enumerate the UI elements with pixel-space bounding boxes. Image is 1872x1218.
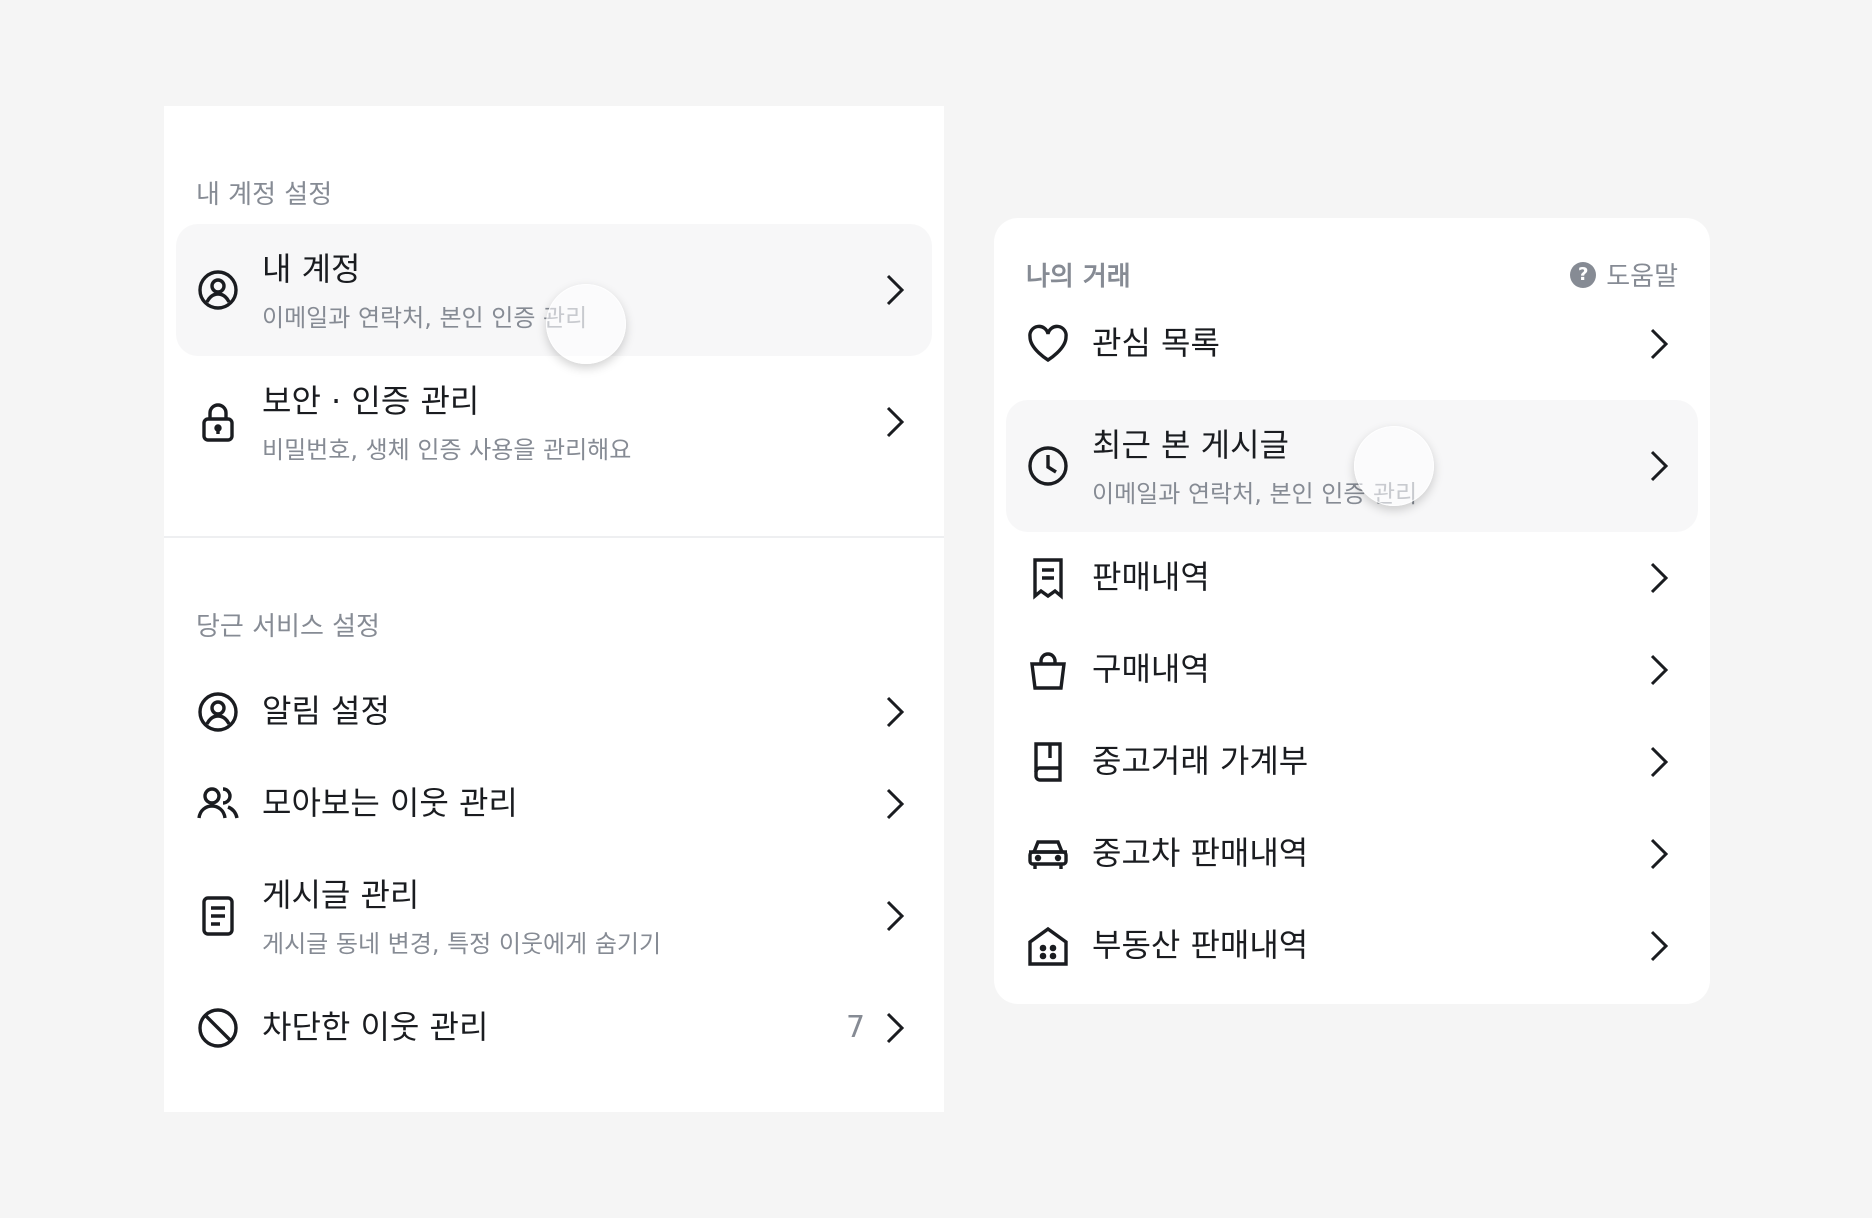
blocked-count: 7 (846, 1010, 866, 1045)
clock-icon (1026, 444, 1070, 488)
question-icon: ? (1570, 261, 1597, 288)
menu-item-label: 알림 설정 (262, 692, 390, 730)
user-circle-icon (196, 268, 240, 312)
section-divider (164, 536, 944, 538)
chevron-right-icon (1646, 448, 1672, 484)
menu-item-label: 판매내역 (1092, 558, 1210, 596)
receipt-icon (1026, 556, 1070, 600)
user-circle-icon (196, 690, 240, 734)
menu-item-label: 부동산 판매내역 (1092, 926, 1309, 964)
menu-item-trade-ledger[interactable]: 중고거래 가계부 (1006, 716, 1698, 808)
menu-item-label: 중고거래 가계부 (1092, 742, 1309, 780)
menu-item-label: 구매내역 (1092, 650, 1210, 688)
chevron-right-icon (882, 786, 908, 822)
settings-panel: 내 계정 설정 내 계정 이메일과 연락처, 본인 인증 관리 보안 · 인증 … (164, 106, 944, 1112)
heart-icon (1026, 322, 1070, 366)
menu-item-label: 게시글 관리 (262, 876, 420, 914)
menu-item-sales-history[interactable]: 판매내역 (1006, 532, 1698, 624)
chevron-right-icon (882, 272, 908, 308)
service-section-title: 당근 서비스 설정 (196, 612, 380, 642)
document-icon (196, 894, 240, 938)
help-button[interactable]: ? 도움말 (1570, 256, 1678, 293)
trade-section-title: 나의 거래 (1026, 262, 1131, 292)
menu-item-label: 관심 목록 (1092, 324, 1220, 362)
help-label: 도움말 (1606, 262, 1678, 292)
book-icon (1026, 740, 1070, 784)
menu-item-label: 중고차 판매내역 (1092, 834, 1309, 872)
chevron-right-icon (1646, 744, 1672, 780)
car-icon (1026, 832, 1070, 876)
menu-item-label: 내 계정 (262, 250, 361, 288)
menu-item-wishlist[interactable]: 관심 목록 (1006, 298, 1698, 390)
my-trade-panel: 나의 거래 ? 도움말 관심 목록 최근 본 게시글 이메일과 연락처, 본인 … (994, 218, 1710, 1004)
menu-item-description: 비밀번호, 생체 인증 사용을 관리해요 (262, 436, 632, 465)
chevron-right-icon (1646, 928, 1672, 964)
touch-indicator (546, 284, 626, 364)
menu-item-description: 이메일과 연락처, 본인 인증 관리 (262, 304, 588, 333)
account-section-title: 내 계정 설정 (196, 180, 333, 210)
menu-item-recently-viewed[interactable]: 최근 본 게시글 이메일과 연락처, 본인 인증 관리 (1006, 400, 1698, 532)
chevron-right-icon (882, 404, 908, 440)
menu-item-purchase-history[interactable]: 구매내역 (1006, 624, 1698, 716)
shopping-bag-icon (1026, 648, 1070, 692)
menu-item-label: 보안 · 인증 관리 (262, 382, 480, 420)
menu-item-label: 모아보는 이웃 관리 (262, 784, 518, 822)
chevron-right-icon (1646, 326, 1672, 362)
touch-indicator (1354, 426, 1434, 506)
menu-item-notification-settings[interactable]: 알림 설정 (176, 666, 932, 758)
menu-item-car-sales-history[interactable]: 중고차 판매내역 (1006, 808, 1698, 900)
chevron-right-icon (882, 694, 908, 730)
menu-item-security[interactable]: 보안 · 인증 관리 비밀번호, 생체 인증 사용을 관리해요 (176, 356, 932, 488)
chevron-right-icon (1646, 560, 1672, 596)
menu-item-followed-neighbors[interactable]: 모아보는 이웃 관리 (176, 758, 932, 850)
chevron-right-icon (882, 1010, 908, 1046)
chevron-right-icon (1646, 652, 1672, 688)
block-icon (196, 1006, 240, 1050)
menu-item-blocked-neighbors[interactable]: 차단한 이웃 관리 7 (176, 982, 932, 1074)
users-icon (196, 782, 240, 826)
menu-item-post-management[interactable]: 게시글 관리 게시글 동네 변경, 특정 이웃에게 숨기기 (176, 850, 932, 982)
chevron-right-icon (882, 898, 908, 934)
chevron-right-icon (1646, 836, 1672, 872)
house-icon (1026, 924, 1070, 968)
lock-icon (196, 400, 240, 444)
menu-item-real-estate-sales-history[interactable]: 부동산 판매내역 (1006, 900, 1698, 992)
menu-item-label: 차단한 이웃 관리 (262, 1008, 489, 1046)
menu-item-description: 게시글 동네 변경, 특정 이웃에게 숨기기 (262, 930, 662, 959)
